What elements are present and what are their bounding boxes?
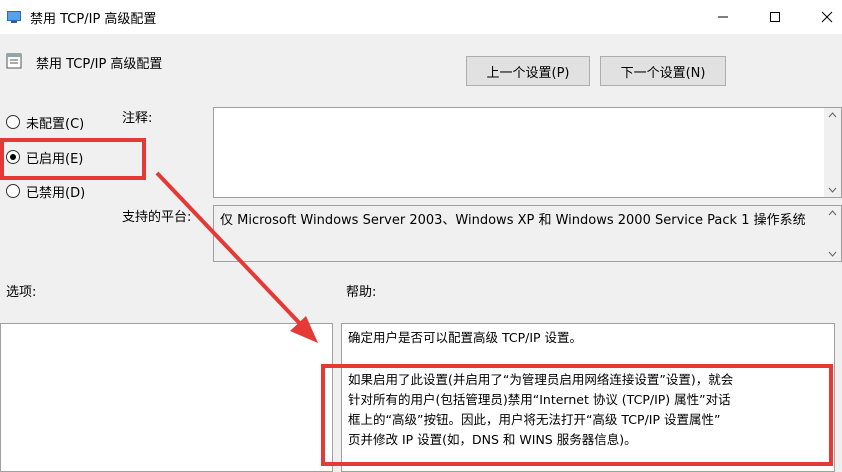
help-line: 如果启用了此设置(并启用了“为管理员启用网络连接设置”设置)，就会 bbox=[348, 372, 734, 387]
minimize-icon bbox=[718, 16, 728, 18]
radio-selected-dot bbox=[10, 154, 16, 160]
close-button[interactable] bbox=[804, 0, 842, 34]
close-icon bbox=[821, 11, 833, 23]
help-label: 帮助: bbox=[346, 285, 377, 300]
maximize-icon bbox=[770, 12, 780, 22]
radio-circle bbox=[6, 150, 20, 164]
minimize-button[interactable] bbox=[700, 0, 746, 34]
platform-value: 仅 Microsoft Windows Server 2003、Windows … bbox=[220, 213, 806, 228]
platform-field: 仅 Microsoft Windows Server 2003、Windows … bbox=[213, 205, 842, 262]
help-pane: 确定用户是否可以配置高级 TCP/IP 设置。 如果启用了此设置(并启用了“为管… bbox=[341, 323, 835, 472]
radio-circle bbox=[6, 184, 20, 198]
platform-scrollbar[interactable] bbox=[824, 206, 841, 261]
scroll-down-icon[interactable] bbox=[828, 187, 837, 193]
radio-label: 未配置(C) bbox=[26, 116, 85, 132]
options-label: 选项: bbox=[6, 285, 37, 300]
help-paragraph: 确定用户是否可以配置高级 TCP/IP 设置。 bbox=[348, 330, 583, 345]
policy-app-icon bbox=[7, 11, 21, 23]
maximize-button[interactable] bbox=[752, 0, 798, 34]
help-line: 框上的“高级”按钮。因此，用户将无法打开“高级 TCP/IP 设置属性” bbox=[348, 412, 721, 427]
scroll-up-icon[interactable] bbox=[828, 112, 837, 118]
window-title: 禁用 TCP/IP 高级配置 bbox=[30, 12, 157, 27]
options-pane[interactable] bbox=[0, 323, 333, 472]
radio-enabled[interactable]: 已启用(E) bbox=[6, 147, 83, 167]
platform-label: 支持的平台: bbox=[122, 210, 192, 225]
help-scrollbar[interactable] bbox=[835, 323, 842, 472]
scroll-down-icon[interactable] bbox=[828, 251, 837, 257]
comment-scrollbar[interactable] bbox=[824, 108, 841, 197]
radio-circle bbox=[6, 115, 20, 129]
comment-label: 注释: bbox=[122, 111, 153, 126]
setting-title: 禁用 TCP/IP 高级配置 bbox=[36, 57, 163, 72]
radio-label: 已禁用(D) bbox=[26, 185, 86, 201]
radio-disabled[interactable]: 已禁用(D) bbox=[6, 181, 85, 201]
policy-setting-icon bbox=[6, 53, 22, 69]
next-setting-button[interactable]: 下一个设置(N) bbox=[600, 56, 726, 86]
title-bar: 禁用 TCP/IP 高级配置 bbox=[0, 0, 842, 34]
radio-label: 已启用(E) bbox=[26, 151, 84, 167]
comment-textarea[interactable] bbox=[213, 107, 842, 198]
previous-setting-button[interactable]: 上一个设置(P) bbox=[466, 56, 590, 86]
help-line: 针对所有的用户(包括管理员)禁用“Internet 协议 (TCP/IP) 属性… bbox=[348, 392, 731, 407]
radio-not-configured[interactable]: 未配置(C) bbox=[6, 112, 84, 132]
scroll-up-icon[interactable] bbox=[828, 210, 837, 216]
help-line: 页并修改 IP 设置(如，DNS 和 WINS 服务器信息)。 bbox=[348, 432, 637, 447]
